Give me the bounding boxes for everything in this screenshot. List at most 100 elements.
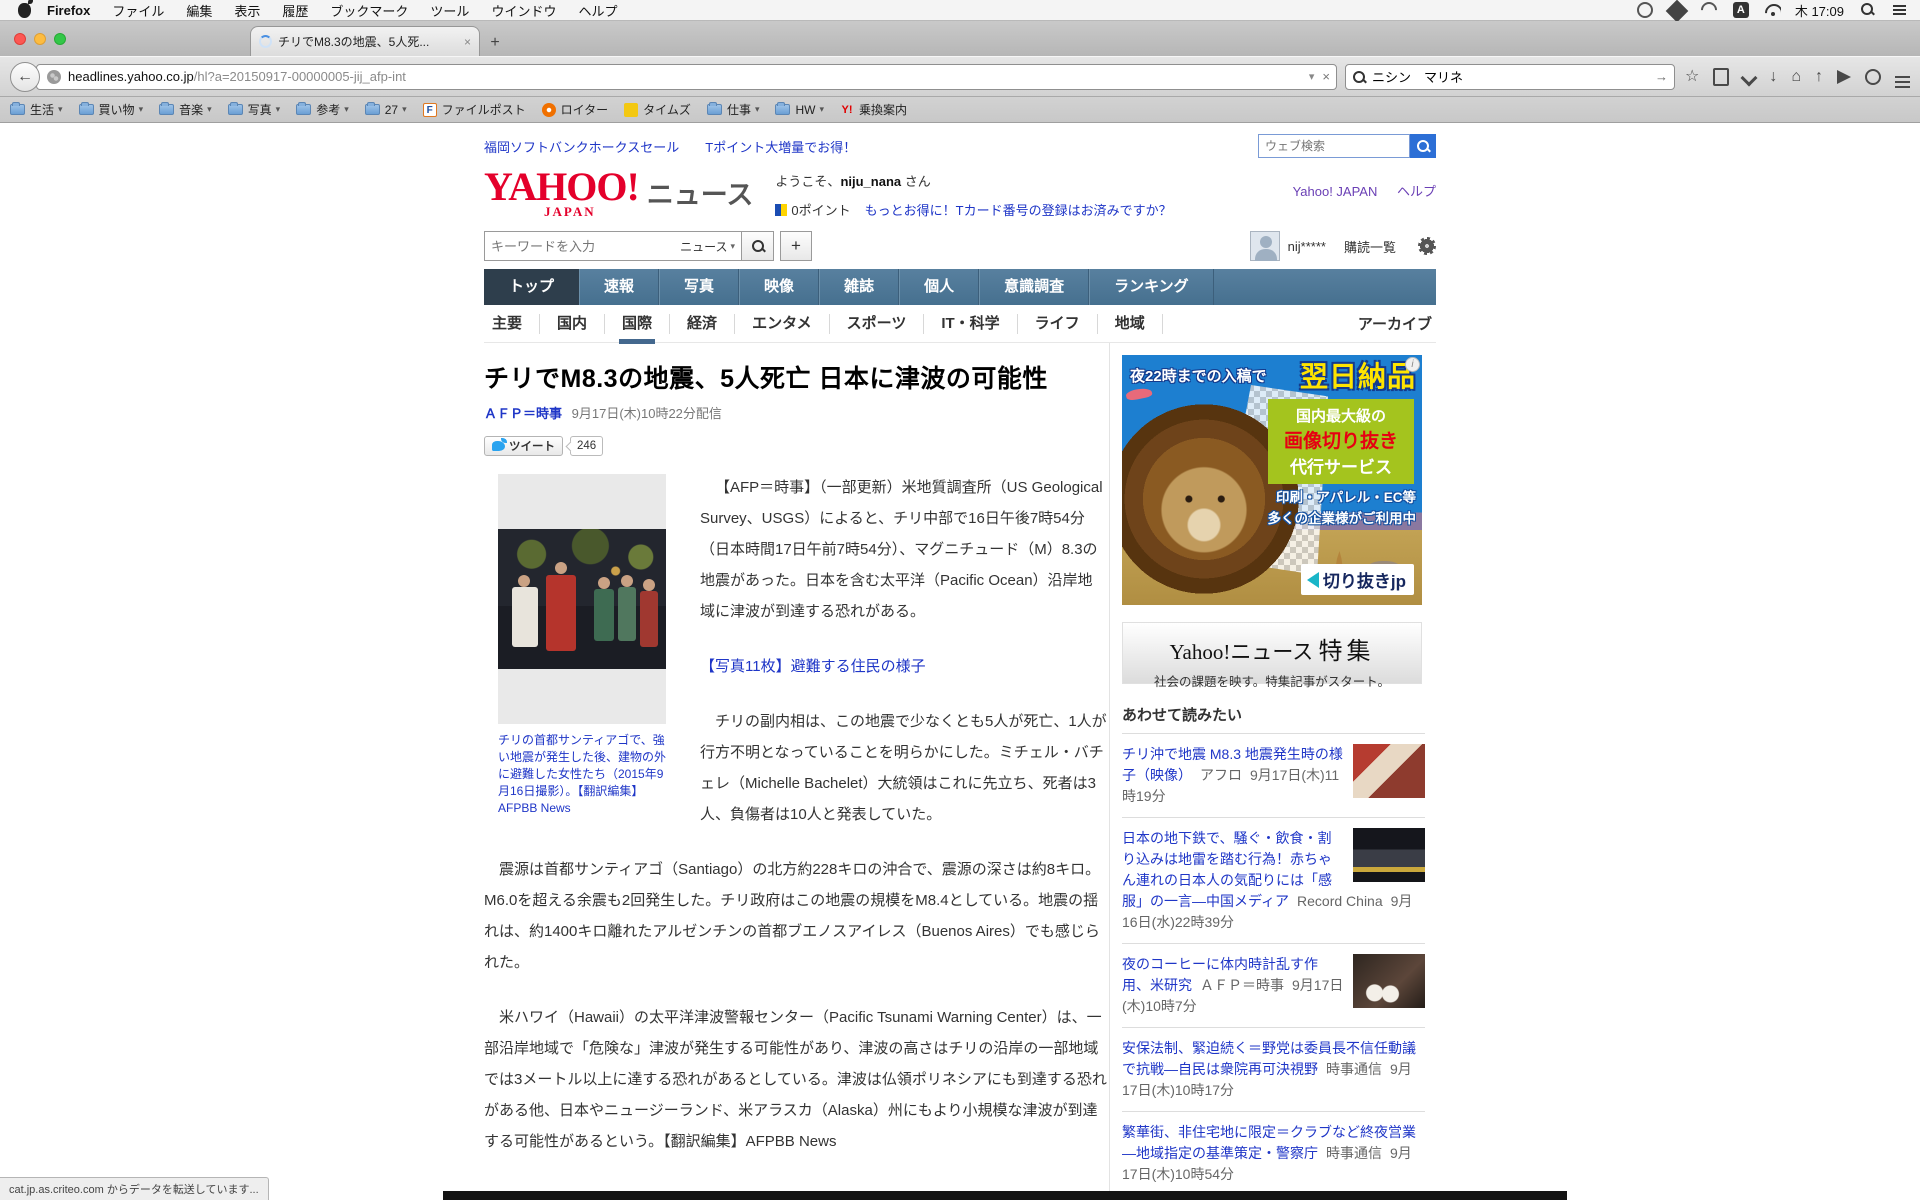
avatar[interactable] xyxy=(1249,231,1280,261)
wifi-icon[interactable] xyxy=(1765,2,1781,18)
downloads-icon[interactable]: ↓ xyxy=(1769,68,1777,85)
help-link[interactable]: ヘルプ xyxy=(1397,184,1436,199)
menubar-item-window[interactable]: ウインドウ xyxy=(491,1,556,20)
tab-personal[interactable]: 個人 xyxy=(899,269,980,305)
input-source-icon[interactable]: A xyxy=(1732,2,1749,18)
photo-gallery-link[interactable]: 【写真11枚】避難する住民の様子 xyxy=(700,658,926,675)
account-id[interactable]: nij***** xyxy=(1288,239,1326,254)
tab-top[interactable]: トップ xyxy=(484,269,580,305)
bookmark-reuters[interactable]: ロイター xyxy=(541,101,608,118)
browser-search-input[interactable] xyxy=(1371,69,1655,84)
bookmark-folder-photo[interactable]: 写真 ▾ xyxy=(227,101,280,118)
news-search-box[interactable]: ニュース ▾ xyxy=(484,231,742,261)
chevron-down-icon[interactable]: ▾ xyxy=(730,241,735,252)
related-item[interactable]: 繁華街、非住宅地に限定＝クラブなど終夜営業―地域指定の基準策定・警察庁 時事通信 9… xyxy=(1122,1111,1425,1195)
web-search-input[interactable] xyxy=(1258,134,1410,158)
back-button[interactable]: ← xyxy=(10,61,40,92)
menubar-item-bookmarks[interactable]: ブックマーク xyxy=(330,1,408,20)
menubar-clock[interactable]: 木 17:09 xyxy=(1795,1,1844,20)
bookmark-folder-reference[interactable]: 参考 ▾ xyxy=(296,101,349,118)
spotlight-icon[interactable] xyxy=(1860,2,1876,18)
category-region[interactable]: 地域 xyxy=(1098,313,1163,334)
add-search-button[interactable]: + xyxy=(780,231,812,261)
category-world[interactable]: 国際 xyxy=(605,313,671,344)
related-item[interactable]: 日本の地下鉄で、騒ぐ・飲食・割り込みは地雷を踏む行為！赤ちゃん連れの日本人の気配… xyxy=(1122,817,1425,943)
category-it-science[interactable]: IT・科学 xyxy=(924,313,1018,334)
menubar-item-firefox[interactable]: Firefox xyxy=(47,3,90,18)
tab-poll[interactable]: 意識調査 xyxy=(979,269,1090,305)
tab-magazine[interactable]: 雑誌 xyxy=(819,269,900,305)
category-domestic[interactable]: 国内 xyxy=(540,313,606,334)
notification-center-icon[interactable] xyxy=(1892,2,1908,18)
privacy-icon[interactable] xyxy=(1865,69,1881,85)
service-name[interactable]: ニュース xyxy=(647,173,754,212)
news-search-button[interactable] xyxy=(742,231,774,261)
username[interactable]: niju_nana xyxy=(840,174,901,189)
new-tab-button[interactable]: + xyxy=(480,30,510,56)
creative-cloud-icon[interactable] xyxy=(1636,2,1653,18)
bookmark-filepost[interactable]: F ファイルポスト xyxy=(422,101,526,118)
window-minimize-button[interactable] xyxy=(34,33,46,45)
browser-search-bar[interactable]: → xyxy=(1344,63,1675,90)
airplay-icon[interactable] xyxy=(1697,0,1721,22)
menubar-item-tools[interactable]: ツール xyxy=(430,1,469,20)
bookmark-folder-life[interactable]: 生活 ▾ xyxy=(10,101,63,118)
menubar-item-edit[interactable]: 編集 xyxy=(186,1,212,20)
points-label[interactable]: 0ポイント xyxy=(791,200,850,219)
bookmark-folder-shopping[interactable]: 買い物 ▾ xyxy=(78,101,143,118)
tab-video[interactable]: 映像 xyxy=(739,269,820,305)
url-bar[interactable]: headlines.yahoo.co.jp /hl?a=20150917-000… xyxy=(36,63,1337,90)
category-main[interactable]: 主要 xyxy=(484,313,541,334)
apple-icon[interactable] xyxy=(18,0,33,18)
home-icon[interactable]: ⌂ xyxy=(1791,68,1801,85)
subscriptions-link[interactable]: 購読一覧 xyxy=(1344,237,1396,256)
bookmark-folder-27[interactable]: 27 ▾ xyxy=(364,102,407,117)
category-economy[interactable]: 経済 xyxy=(670,313,736,334)
menubar-item-help[interactable]: ヘルプ xyxy=(578,1,617,20)
category-sports[interactable]: スポーツ xyxy=(830,313,925,334)
tab-ranking[interactable]: ランキング xyxy=(1089,269,1214,305)
window-close-button[interactable] xyxy=(14,33,26,45)
tweet-count[interactable]: 246 xyxy=(570,436,604,456)
pocket-icon[interactable] xyxy=(1743,70,1755,84)
bookmark-folder-hw[interactable]: HW ▾ xyxy=(775,102,824,117)
promo-link-1[interactable]: 福岡ソフトバンクホークスセール xyxy=(484,137,679,156)
web-search-button[interactable] xyxy=(1410,134,1436,158)
category-entertainment[interactable]: エンタメ xyxy=(735,313,830,334)
special-feature-banner[interactable]: Yahoo!ニュース 特集 社会の課題を映す。特集記事がスタート。 xyxy=(1122,622,1422,689)
window-zoom-button[interactable] xyxy=(54,33,66,45)
bookmark-star-icon[interactable]: ☆ xyxy=(1685,68,1699,85)
bookmark-transit[interactable]: Y! 乗換案内 xyxy=(840,101,908,118)
hamburger-menu-icon[interactable] xyxy=(1895,75,1910,79)
reader-mode-icon[interactable] xyxy=(1713,68,1729,86)
photo-caption-link[interactable]: チリの首都サンティアゴで、強い地震が発生した後、建物の外に避難した女性たち（20… xyxy=(498,732,666,817)
tab-close-icon[interactable]: × xyxy=(464,35,471,49)
bookmark-folder-work[interactable]: 仕事 ▾ xyxy=(706,101,759,118)
bookmark-folder-music[interactable]: 音楽 ▾ xyxy=(159,101,212,118)
bookmark-times[interactable]: タイムズ xyxy=(624,101,691,118)
share-icon[interactable]: ↑ xyxy=(1815,68,1823,85)
dropbox-icon[interactable] xyxy=(1665,0,1689,23)
send-tab-icon[interactable] xyxy=(1837,70,1851,84)
tab-photo[interactable]: 写真 xyxy=(659,269,740,305)
search-scope-label[interactable]: ニュース xyxy=(680,238,727,255)
promo-link-2[interactable]: Tポイント大増量でお得！ xyxy=(705,137,856,156)
article-photo[interactable]: チリの首都サンティアゴで、強い地震が発生した後、建物の外に避難した女性たち（20… xyxy=(498,474,666,817)
gear-icon[interactable] xyxy=(1418,237,1436,255)
yahoo-logo[interactable]: YAHOO! JAPAN xyxy=(484,167,640,219)
ad-choices-icon[interactable]: i xyxy=(1405,357,1420,372)
menubar-item-view[interactable]: 表示 xyxy=(234,1,260,20)
yahoo-japan-link[interactable]: Yahoo! JAPAN xyxy=(1293,184,1378,199)
stop-load-icon[interactable]: × xyxy=(1322,69,1330,84)
display-ad[interactable]: 夜22時までの入稿で 翌日納品 国内最大級の 画像切り抜き 代行サービス 印刷・… xyxy=(1122,355,1422,605)
category-life[interactable]: ライフ xyxy=(1018,313,1098,334)
related-item[interactable]: 安保法制、緊迫続く＝野党は委員長不信任動議で抗戦―自民は衆院再可決視野 時事通信 9… xyxy=(1122,1027,1425,1111)
source-link[interactable]: ＡＦＰ＝時事 xyxy=(484,406,562,421)
related-item[interactable]: チリ沖で地震 M8.3 地震発生時の様子（映像） アフロ 9月17日(木)11時19… xyxy=(1122,733,1425,817)
search-go-icon[interactable]: → xyxy=(1655,69,1668,84)
tweet-button[interactable]: ツイート xyxy=(484,436,563,456)
tab-flash[interactable]: 速報 xyxy=(579,269,660,305)
browser-tab[interactable]: チリでM8.3の地震、5人死... × xyxy=(250,26,480,56)
related-item[interactable]: 夜のコーヒーに体内時計乱す作用、米研究 ＡＦＰ＝時事 9月17日(木)10時7分 xyxy=(1122,943,1425,1027)
url-dropdown-icon[interactable]: ▾ xyxy=(1309,70,1315,83)
